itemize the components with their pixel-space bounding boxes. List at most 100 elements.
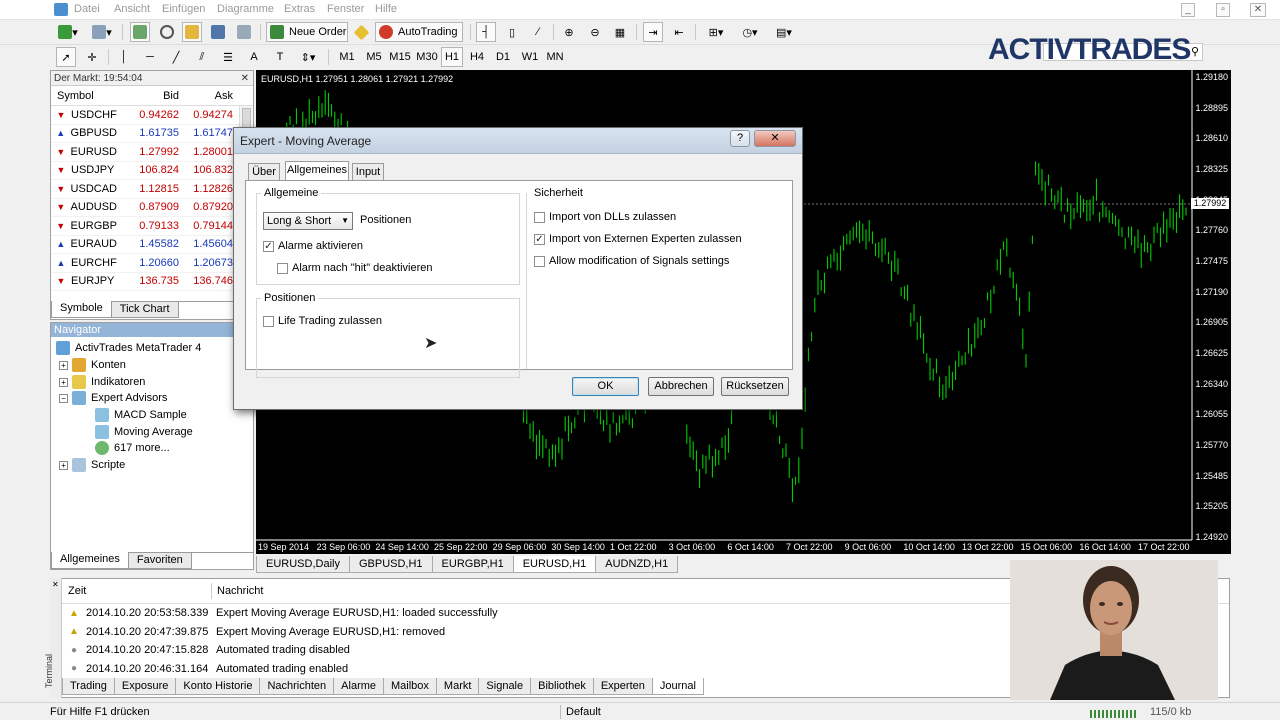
nav-expert-moving-average[interactable]: Moving Average xyxy=(95,425,193,439)
allow-signals-checkbox[interactable]: Allow modification of Signals settings xyxy=(534,255,729,267)
terminal-tab-trading[interactable]: Trading xyxy=(62,678,115,695)
navigator-icon[interactable] xyxy=(182,22,202,42)
nav-scripte[interactable]: + Scripte xyxy=(59,458,125,472)
timeframe-w1[interactable]: W1 xyxy=(518,47,542,67)
data-window-icon[interactable] xyxy=(157,22,177,42)
market-row[interactable]: ▼ AUDUSD 0.87909 0.87920 xyxy=(51,199,253,217)
terminal-tab-bibliothek[interactable]: Bibliothek xyxy=(530,678,594,695)
timeframe-m15[interactable]: M15 xyxy=(388,47,412,67)
tab-symbole[interactable]: Symbole xyxy=(51,301,112,318)
vertical-line-icon[interactable]: │ xyxy=(114,47,134,67)
close-icon[interactable]: ✕ xyxy=(1250,3,1266,17)
alert-hit-checkbox[interactable]: Alarm nach "hit" deaktivieren xyxy=(277,262,433,274)
market-row[interactable]: ▼ EURGBP 0.79133 0.79144 xyxy=(51,217,253,236)
position-select[interactable]: Long & Short ▼ xyxy=(263,212,353,230)
live-trading-checkbox[interactable]: Life Trading zulassen xyxy=(263,315,382,327)
tab-input[interactable]: Input xyxy=(352,163,384,181)
zoom-in-icon[interactable]: ⊕ xyxy=(559,22,579,42)
profiles-icon[interactable]: ▾ xyxy=(90,22,114,42)
nav-root[interactable]: ActivTrades MetaTrader 4 xyxy=(56,341,201,355)
menu-ansicht[interactable]: Ansicht xyxy=(114,3,150,15)
terminal-tab-journal[interactable]: Journal xyxy=(651,678,704,695)
bar-chart-icon[interactable]: ┤ xyxy=(476,22,496,42)
chart-tab-eurgbp-h1[interactable]: EURGBP,H1 xyxy=(431,556,514,573)
menu-hilfe[interactable]: Hilfe xyxy=(375,3,397,15)
cancel-button[interactable]: Abbrechen xyxy=(648,377,714,396)
fibonacci-icon[interactable]: ☰ xyxy=(218,47,238,67)
terminal-tab-konto-historie[interactable]: Konto Historie xyxy=(175,678,261,695)
tab-ueber[interactable]: Über xyxy=(248,163,280,181)
market-row[interactable]: ▼ USDCHF 0.94262 0.94274 xyxy=(51,106,253,125)
reset-button[interactable]: Rücksetzen xyxy=(721,377,789,396)
terminal-tab-mailbox[interactable]: Mailbox xyxy=(383,678,437,695)
market-row[interactable]: ▼ EURUSD 1.27992 1.28001 xyxy=(51,143,253,162)
periods-icon[interactable]: ◷▾ xyxy=(735,22,765,42)
market-row[interactable]: ▼ USDJPY 106.824 106.832 xyxy=(51,162,253,180)
menu-fenster[interactable]: Fenster xyxy=(327,3,364,15)
new-order-button[interactable]: Neue Order xyxy=(266,22,348,42)
nav-indikatoren[interactable]: + Indikatoren xyxy=(59,375,145,389)
alerts-checkbox[interactable]: ✓ Alarme aktivieren xyxy=(263,240,363,252)
app-icon[interactable] xyxy=(54,3,68,16)
market-row[interactable]: ▲ EURAUD 1.45582 1.45604 xyxy=(51,236,253,254)
terminal-tab-alarme[interactable]: Alarme xyxy=(333,678,385,695)
tab-favoriten[interactable]: Favoriten xyxy=(127,553,192,569)
market-row[interactable]: ▲ GBPUSD 1.61735 1.61747 xyxy=(51,125,253,143)
strategy-tester-icon[interactable] xyxy=(234,22,254,42)
terminal-tab-signale[interactable]: Signale xyxy=(478,678,532,695)
terminal-tab-exposure[interactable]: Exposure xyxy=(113,678,177,695)
journal-row[interactable]: ▲ 2014.10.20 20:53:58.339 Expert Moving Av… xyxy=(63,604,1063,622)
chart-tab-gbpusd-h1[interactable]: GBPUSD,H1 xyxy=(348,556,433,573)
close-icon[interactable]: ✕ xyxy=(241,71,249,86)
search-icon[interactable]: ⚲ xyxy=(1191,45,1199,58)
col-symbol[interactable]: Symbol xyxy=(51,90,117,102)
terminal-tab-experten[interactable]: Experten xyxy=(592,678,653,695)
tile-windows-icon[interactable]: ▦ xyxy=(610,22,630,42)
candlestick-icon[interactable]: ▯ xyxy=(502,22,522,42)
trendline-icon[interactable]: ╱ xyxy=(166,47,186,67)
ok-button[interactable]: OK xyxy=(572,377,639,396)
menu-diagramme[interactable]: Diagramme xyxy=(217,3,274,15)
dialog-titlebar[interactable]: Expert - Moving Average ? ✕ xyxy=(234,128,802,154)
market-watch-icon[interactable] xyxy=(130,22,150,42)
terminal-tab-markt[interactable]: Markt xyxy=(435,678,480,695)
col-nachricht[interactable]: Nachricht xyxy=(217,579,263,603)
menu-datei[interactable]: Datei xyxy=(74,3,100,15)
nav-konten[interactable]: + Konten xyxy=(59,358,126,372)
close-icon[interactable]: ✕ xyxy=(52,580,59,589)
chart-tab-eurusd-h1[interactable]: EURUSD,H1 xyxy=(512,556,597,573)
terminal-tab-nachrichten[interactable]: Nachrichten xyxy=(259,678,335,695)
timeframe-h1[interactable]: H1 xyxy=(441,47,463,67)
journal-row[interactable]: ▲ 2014.10.20 20:47:39.875 Expert Moving Av… xyxy=(63,623,1063,641)
col-ask[interactable]: Ask xyxy=(179,90,233,102)
timeframe-m30[interactable]: M30 xyxy=(414,47,440,67)
arrows-icon[interactable]: ⇕▾ xyxy=(296,47,320,67)
journal-row[interactable]: ● 2014.10.20 20:46:31.164 Automated tradin… xyxy=(63,660,1063,678)
nav-expert-more[interactable]: 617 more... xyxy=(95,441,170,455)
tab-tick-chart[interactable]: Tick Chart xyxy=(110,302,179,318)
journal-row[interactable]: ● 2014.10.20 20:47:15.828 Automated tradin… xyxy=(63,641,1063,659)
chart-tab-eurusd-daily[interactable]: EURUSD,Daily xyxy=(256,556,350,573)
timeframe-mn[interactable]: MN xyxy=(543,47,567,67)
col-bid[interactable]: Bid xyxy=(117,90,179,102)
restore-icon[interactable]: ▫ xyxy=(1216,3,1230,17)
menu-einfuegen[interactable]: Einfügen xyxy=(162,3,205,15)
market-row[interactable]: ▼ USDCAD 1.12815 1.12826 xyxy=(51,180,253,199)
nav-expert-advisors[interactable]: − Expert Advisors xyxy=(59,391,167,405)
crosshair-icon[interactable]: ✛ xyxy=(82,47,102,67)
templates-icon[interactable]: ▤▾ xyxy=(769,22,799,42)
nav-expert-macd[interactable]: MACD Sample xyxy=(95,408,187,422)
menu-extras[interactable]: Extras xyxy=(284,3,315,15)
text-label-icon[interactable]: T xyxy=(270,47,290,67)
line-chart-icon[interactable]: ⁄ xyxy=(528,22,548,42)
text-icon[interactable]: A xyxy=(244,47,264,67)
chart-tab-audnzd-h1[interactable]: AUDNZD,H1 xyxy=(595,556,679,573)
timeframe-d1[interactable]: D1 xyxy=(492,47,514,67)
meta-editor-icon[interactable] xyxy=(352,22,370,42)
market-row[interactable]: ▼ EURJPY 136.735 136.746 xyxy=(51,273,253,291)
allow-dll-checkbox[interactable]: Import von DLLs zulassen xyxy=(534,211,676,223)
col-zeit[interactable]: Zeit xyxy=(68,579,86,603)
allow-external-experts-checkbox[interactable]: ✓ Import von Externen Experten zulassen xyxy=(534,233,742,245)
cursor-icon[interactable]: ➚ xyxy=(56,47,76,67)
close-icon[interactable]: ✕ xyxy=(754,130,796,147)
